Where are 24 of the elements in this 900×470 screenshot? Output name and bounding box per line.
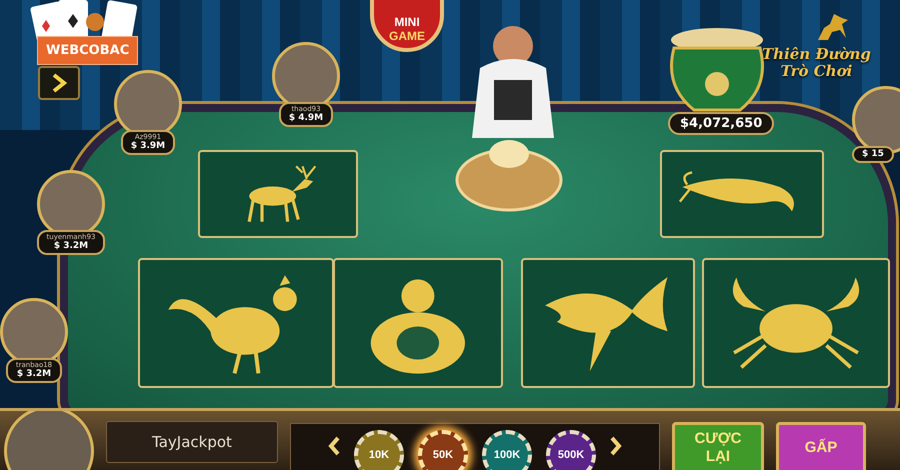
chip-button[interactable]: 500K	[546, 430, 596, 470]
bet-tile[interactable]	[702, 258, 890, 388]
bet-tile[interactable]	[198, 150, 358, 238]
bet-tile[interactable]	[521, 258, 695, 388]
next-button[interactable]	[38, 66, 80, 100]
player-balance: $ 15	[862, 149, 884, 160]
bet-tile[interactable]	[138, 258, 334, 388]
bet-tile[interactable]	[660, 150, 824, 238]
player-balance: $ 3.2M	[16, 369, 52, 380]
logo-text: Thiên Đường Trò Chơi	[762, 46, 871, 80]
jackpot-amount: $4,072,650	[668, 112, 774, 135]
bet-tile[interactable]	[333, 258, 503, 388]
double-button[interactable]: GẤP	[776, 422, 866, 470]
chevron-right-icon	[51, 73, 67, 93]
player-balance: $ 4.9M	[288, 113, 324, 124]
chevron-left-icon	[328, 436, 340, 456]
chevron-right-icon	[610, 436, 622, 456]
player-balance: $ 3.9M	[130, 141, 166, 152]
brand-label: WEBCOBAC	[37, 36, 138, 65]
player-balance: $ 3.2M	[52, 241, 90, 252]
chip-button[interactable]: 10K	[354, 430, 404, 470]
chip-button[interactable]: 50K	[418, 430, 468, 470]
chip-button[interactable]: 100K	[482, 430, 532, 470]
player-name-field: TayJackpot	[106, 421, 278, 463]
